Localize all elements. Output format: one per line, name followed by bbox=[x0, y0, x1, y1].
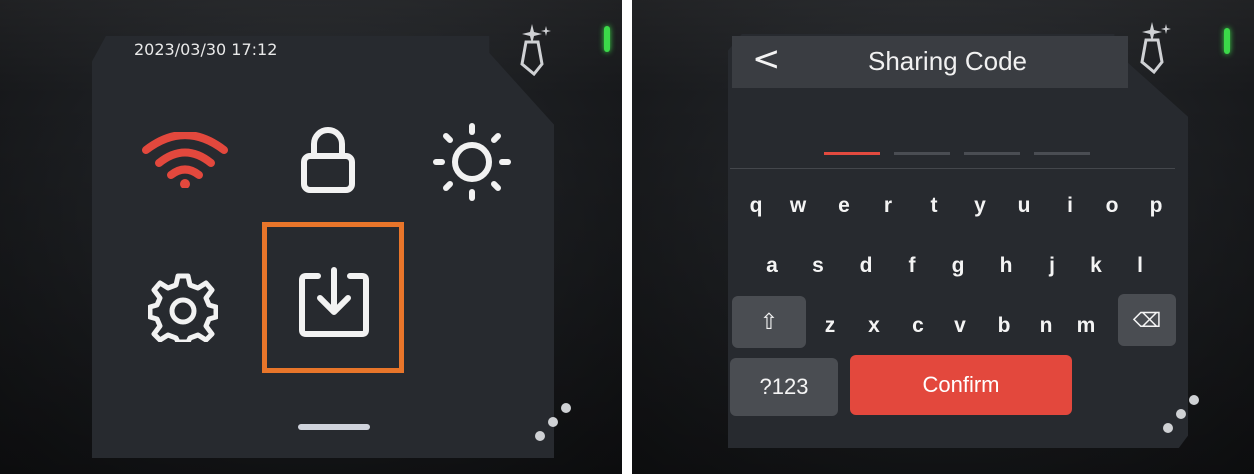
key-g[interactable]: g bbox=[946, 254, 970, 278]
key-j[interactable]: j bbox=[1040, 254, 1064, 278]
device-photo-left: 2023/03/30 17:12 bbox=[0, 0, 622, 474]
key-n[interactable]: n bbox=[1034, 314, 1058, 338]
key-l[interactable]: l bbox=[1128, 254, 1152, 278]
key-w[interactable]: w bbox=[786, 194, 810, 218]
download-icon[interactable] bbox=[296, 266, 372, 338]
key-u[interactable]: u bbox=[1012, 194, 1036, 218]
image-divider bbox=[622, 0, 632, 474]
key-p[interactable]: p bbox=[1144, 194, 1168, 218]
symbols-key[interactable]: ?123 bbox=[730, 358, 838, 416]
code-slot-2 bbox=[894, 152, 950, 155]
key-x[interactable]: x bbox=[862, 314, 886, 338]
dots-icon bbox=[535, 403, 571, 441]
key-h[interactable]: h bbox=[994, 254, 1018, 278]
key-o[interactable]: o bbox=[1100, 194, 1124, 218]
key-q[interactable]: q bbox=[744, 194, 768, 218]
status-led bbox=[1224, 28, 1230, 54]
key-c[interactable]: c bbox=[906, 314, 930, 338]
page-title: Sharing Code bbox=[868, 46, 1027, 76]
settings-icon[interactable] bbox=[148, 272, 218, 342]
key-i[interactable]: i bbox=[1058, 194, 1082, 218]
key-v[interactable]: v bbox=[948, 314, 972, 338]
key-m[interactable]: m bbox=[1074, 314, 1098, 338]
key-d[interactable]: d bbox=[854, 254, 878, 278]
brightness-icon[interactable] bbox=[432, 122, 512, 202]
backspace-key[interactable]: ⌫ bbox=[1118, 294, 1176, 346]
key-t[interactable]: t bbox=[922, 194, 946, 218]
home-handle[interactable] bbox=[298, 424, 370, 430]
key-f[interactable]: f bbox=[900, 254, 924, 278]
input-separator bbox=[730, 168, 1175, 169]
key-k[interactable]: k bbox=[1084, 254, 1108, 278]
confirm-button[interactable]: Confirm bbox=[850, 355, 1072, 415]
code-slot-1 bbox=[824, 152, 880, 155]
key-s[interactable]: s bbox=[806, 254, 830, 278]
key-a[interactable]: a bbox=[760, 254, 784, 278]
brand-logo-icon bbox=[520, 24, 551, 76]
key-y[interactable]: y bbox=[968, 194, 992, 218]
brand-logo-icon bbox=[1140, 22, 1171, 74]
key-b[interactable]: b bbox=[992, 314, 1016, 338]
key-r[interactable]: r bbox=[876, 194, 900, 218]
dots-icon bbox=[1163, 395, 1199, 433]
key-z[interactable]: z bbox=[818, 314, 842, 338]
code-slot-4 bbox=[1034, 152, 1090, 155]
status-led bbox=[604, 26, 610, 52]
lock-icon[interactable] bbox=[298, 122, 358, 194]
wifi-icon[interactable] bbox=[142, 132, 228, 188]
key-e[interactable]: e bbox=[832, 194, 856, 218]
datetime-label: 2023/03/30 17:12 bbox=[134, 40, 278, 59]
shift-key[interactable]: ⇧ bbox=[732, 296, 806, 348]
code-slot-3 bbox=[964, 152, 1020, 155]
back-button[interactable]: < bbox=[752, 40, 781, 78]
